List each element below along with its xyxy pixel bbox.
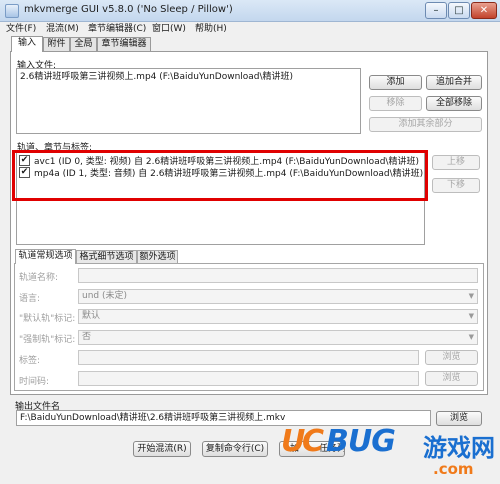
window-title: mkvmerge GUI v5.8.0 ('No Sleep / Pillow'… [24, 4, 233, 15]
timecodes-field[interactable] [78, 371, 419, 386]
watermark-bug: BUG [326, 424, 396, 459]
language-label: 语言: [19, 294, 41, 304]
maximize-button[interactable]: □ [448, 2, 470, 19]
watermark-c: C [302, 424, 324, 459]
tab-chapter-editor[interactable]: 章节编辑器 [97, 37, 151, 51]
menu-help[interactable]: 帮助(H) [195, 22, 227, 36]
close-button[interactable]: ✕ [471, 2, 497, 19]
forced-flag-select[interactable]: 否 ▼ [78, 330, 478, 345]
menu-chapter-editor[interactable]: 章节编辑器(C) [88, 22, 146, 36]
default-flag-value: 默认 [82, 311, 101, 321]
forced-flag-value: 否 [82, 332, 92, 342]
track-name-field[interactable] [78, 268, 478, 283]
chevron-down-icon: ▼ [468, 292, 474, 300]
timecodes-browse-button[interactable]: 浏览 [425, 371, 478, 386]
timecodes-label: 时间码: [19, 377, 50, 387]
tab-global[interactable]: 全局 [70, 37, 97, 51]
remove-button[interactable]: 移除 [369, 96, 422, 111]
remove-all-button[interactable]: 全部移除 [426, 96, 482, 111]
app-icon [5, 4, 19, 18]
append-button[interactable]: 追加合并 [426, 75, 482, 90]
menu-mux[interactable]: 混流(M) [46, 22, 79, 36]
watermark-logo: U C BUG 游戏网 .com [281, 422, 497, 482]
tab-attachments[interactable]: 附件 [43, 37, 70, 51]
tab-extra-options[interactable]: 额外选项 [137, 250, 178, 263]
input-file-item[interactable]: 2.6精讲班呼吸第三讲视频上.mp4 (F:\BaiduYunDownload\… [20, 71, 293, 83]
input-files-list[interactable]: 2.6精讲班呼吸第三讲视频上.mp4 (F:\BaiduYunDownload\… [16, 68, 361, 134]
watermark-dotcom: .com [433, 460, 474, 478]
tags-browse-button[interactable]: 浏览 [425, 350, 478, 365]
forced-flag-label: "强制轨"标记: [19, 335, 76, 345]
minimize-button[interactable]: – [425, 2, 447, 19]
tab-general-options[interactable]: 轨道常规选项 [15, 249, 76, 264]
tags-label: 标签: [19, 356, 41, 366]
language-select[interactable]: und (未定) ▼ [78, 289, 478, 304]
chevron-down-icon: ▼ [468, 333, 474, 341]
copy-command-line-button[interactable]: 复制命令行(C) [202, 441, 268, 457]
start-muxing-button[interactable]: 开始混流(R) [133, 441, 191, 457]
add-button[interactable]: 添加 [369, 75, 422, 90]
watermark-cn: 游戏网 [423, 434, 495, 462]
move-up-button[interactable]: 上移 [432, 155, 480, 170]
tags-field[interactable] [78, 350, 419, 365]
highlight-box [12, 150, 428, 201]
move-down-button[interactable]: 下移 [432, 178, 480, 193]
track-name-label: 轨道名称: [19, 273, 59, 283]
menu-window[interactable]: 窗口(W) [152, 22, 186, 36]
tab-input[interactable]: 输入 [11, 36, 43, 52]
menu-bar: 文件(F) 混流(M) 章节编辑器(C) 窗口(W) 帮助(H) [0, 22, 500, 36]
watermark-u: U [281, 424, 305, 459]
add-parts-button[interactable]: 添加其余部分 [369, 117, 482, 132]
default-flag-label: "默认轨"标记: [19, 314, 76, 324]
language-value: und (未定) [82, 291, 128, 301]
menu-file[interactable]: 文件(F) [6, 22, 36, 36]
tab-format-options[interactable]: 格式细节选项 [76, 250, 137, 263]
default-flag-select[interactable]: 默认 ▼ [78, 309, 478, 324]
chevron-down-icon: ▼ [468, 312, 474, 320]
